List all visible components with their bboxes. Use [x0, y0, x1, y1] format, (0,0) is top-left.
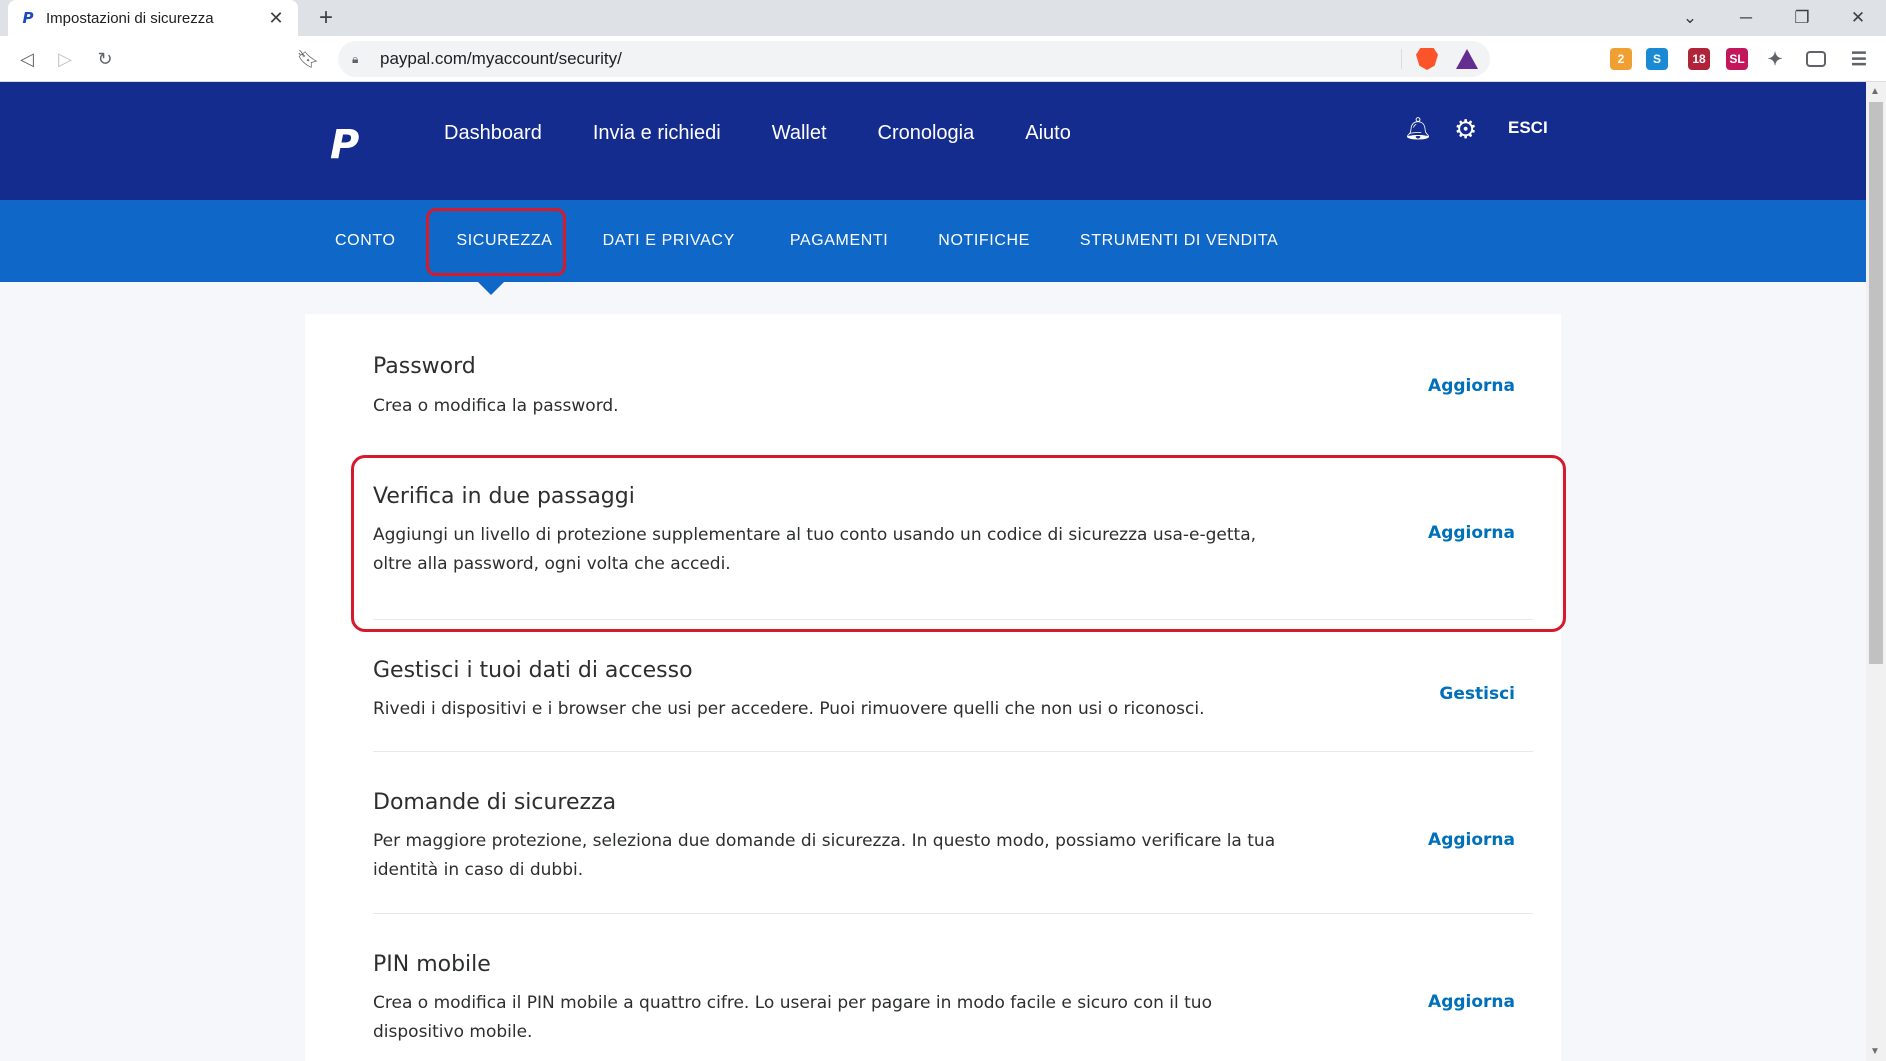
section-login-data: Gestisci i tuoi dati di accesso Rivedi i… [373, 620, 1533, 752]
nav-dashboard[interactable]: Dashboard [444, 122, 542, 145]
browser-toolbar: ◁ ▷ ↻ 🔖︎ 🔒︎ paypal.com/myaccount/securit… [0, 36, 1886, 82]
paypal-logo[interactable]: P [330, 122, 359, 168]
brave-shields-icon[interactable] [1416, 48, 1438, 70]
update-questions-link[interactable]: Aggiorna [1428, 830, 1515, 850]
main-nav: Dashboard Invia e richiedi Wallet Cronol… [444, 122, 1071, 145]
section-desc: Crea o modifica la password. [373, 396, 619, 416]
tab-title: Impostazioni di sicurezza [46, 9, 214, 27]
lock-icon: 🔒︎ [352, 52, 359, 66]
section-desc: Per maggiore protezione, seleziona due d… [373, 831, 1276, 880]
close-tab-icon[interactable]: ✕ [266, 8, 286, 29]
close-window-icon[interactable]: ✕ [1830, 0, 1886, 36]
gear-icon[interactable]: ⚙ [1454, 114, 1477, 145]
section-title: Domande di sicurezza [373, 790, 617, 815]
scroll-down-icon[interactable]: ▼ [1870, 1046, 1880, 1057]
active-tab-caret [478, 282, 504, 295]
brave-rewards-icon[interactable] [1456, 49, 1478, 69]
extension-s-icon[interactable]: S [1646, 48, 1668, 70]
security-settings-card: Password Crea o modifica la password. Ag… [305, 314, 1561, 1061]
menu-icon[interactable]: ☰ [1848, 48, 1870, 70]
url-text: paypal.com/myaccount/security/ [380, 49, 622, 68]
bell-icon[interactable]: 🔔︎ [1404, 116, 1432, 142]
extension-sl-icon[interactable]: SL [1726, 48, 1748, 70]
two-step-highlight [351, 455, 1566, 632]
paypal-favicon-icon: P [22, 9, 34, 27]
address-bar[interactable]: 🔒︎ paypal.com/myaccount/security/ [338, 41, 1490, 77]
nav-aiuto[interactable]: Aiuto [1025, 122, 1071, 145]
active-tab-highlight [426, 208, 566, 276]
scrollbar-thumb[interactable] [1869, 102, 1883, 664]
wallet-icon[interactable] [1806, 51, 1826, 67]
extension-1-icon[interactable]: 2 [1610, 48, 1632, 70]
extension-3-icon[interactable]: 18 [1688, 48, 1710, 70]
manage-login-link[interactable]: Gestisci [1439, 684, 1515, 704]
nav-wallet[interactable]: Wallet [772, 122, 827, 145]
minimize-icon[interactable]: ─ [1718, 0, 1774, 36]
update-password-link[interactable]: Aggiorna [1428, 376, 1515, 396]
section-security-questions: Domande di sicurezza Per maggiore protez… [373, 752, 1533, 914]
tab-strip: P Impostazioni di sicurezza ✕ + ⌄ ─ ❐ ✕ [0, 0, 1886, 36]
bookmark-icon[interactable]: 🔖︎ [293, 44, 323, 74]
paypal-header: P Dashboard Invia e richiedi Wallet Cron… [0, 82, 1866, 200]
forward-icon[interactable]: ▷ [50, 44, 80, 74]
settings-subnav: CONTO SICUREZZA DATI E PRIVACY PAGAMENTI… [0, 200, 1866, 295]
section-desc: Crea o modifica il PIN mobile a quattro … [373, 993, 1212, 1042]
tab-pagamenti[interactable]: PAGAMENTI [790, 232, 888, 250]
scroll-up-icon[interactable]: ▲ [1870, 86, 1880, 97]
page-scrollbar[interactable]: ▲ ▼ [1866, 82, 1886, 1061]
extensions-puzzle-icon[interactable]: ✦ [1764, 48, 1786, 70]
browser-chrome: P Impostazioni di sicurezza ✕ + ⌄ ─ ❐ ✕ … [0, 0, 1886, 82]
logout-button[interactable]: ESCI [1508, 118, 1548, 138]
nav-cronologia[interactable]: Cronologia [878, 122, 975, 145]
tab-search-icon[interactable]: ⌄ [1662, 0, 1718, 36]
back-icon[interactable]: ◁ [12, 44, 42, 74]
update-pin-link[interactable]: Aggiorna [1428, 992, 1515, 1012]
tab-conto[interactable]: CONTO [335, 232, 395, 250]
tab-strumenti-vendita[interactable]: STRUMENTI DI VENDITA [1080, 232, 1278, 250]
section-title: PIN mobile [373, 952, 491, 977]
tab-notifiche[interactable]: NOTIFICHE [938, 232, 1030, 250]
section-title: Gestisci i tuoi dati di accesso [373, 658, 693, 683]
new-tab-button[interactable]: + [312, 4, 340, 32]
reload-icon[interactable]: ↻ [90, 44, 120, 74]
section-mobile-pin: PIN mobile Crea o modifica il PIN mobile… [373, 914, 1533, 1061]
section-title: Password [373, 354, 476, 379]
omnibox-divider [1401, 49, 1402, 69]
tab-dati-privacy[interactable]: DATI E PRIVACY [603, 232, 735, 250]
nav-invia-richiedi[interactable]: Invia e richiedi [593, 122, 721, 145]
section-desc: Rivedi i dispositivi e i browser che usi… [373, 699, 1205, 719]
restore-icon[interactable]: ❐ [1774, 0, 1830, 36]
browser-tab[interactable]: P Impostazioni di sicurezza ✕ [8, 0, 298, 36]
